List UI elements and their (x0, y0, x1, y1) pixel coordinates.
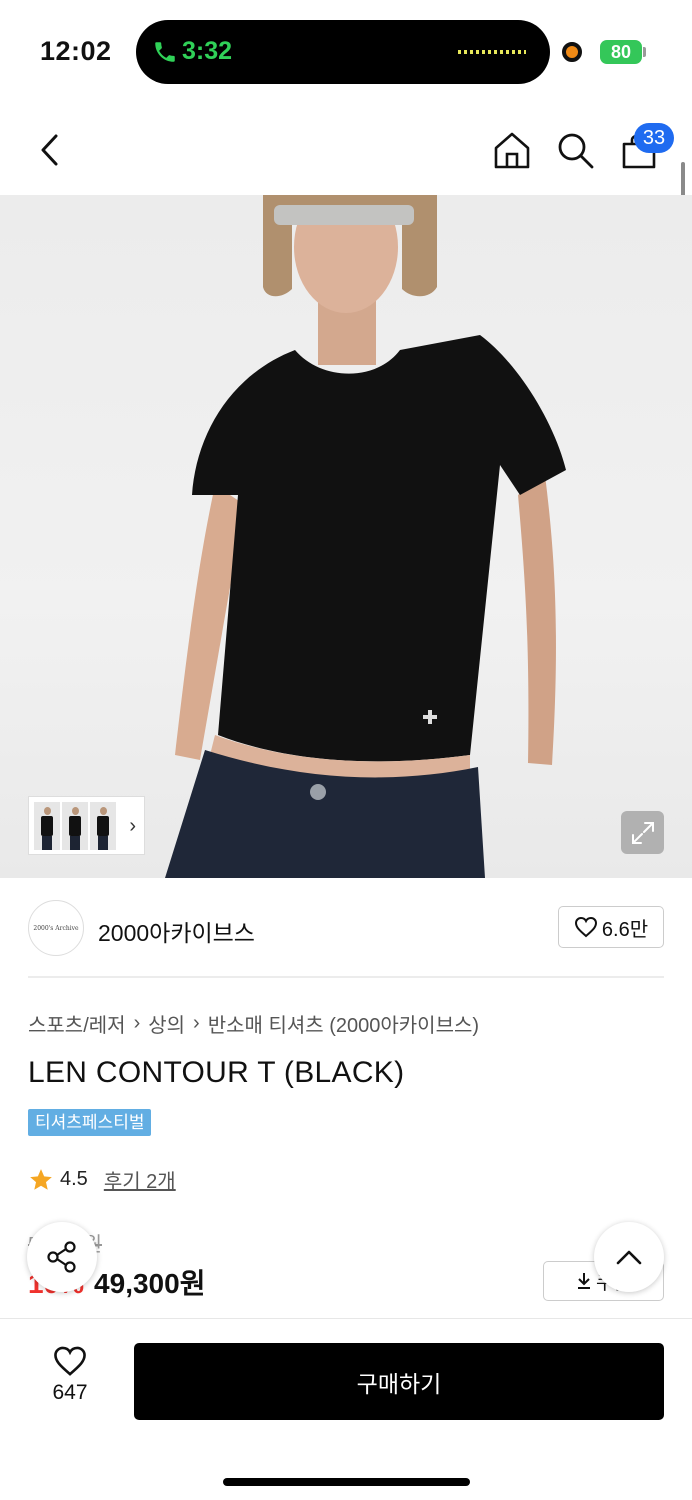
recording-dot-icon (562, 42, 582, 62)
search-icon (558, 133, 594, 169)
status-time: 12:02 (40, 36, 112, 66)
bottom-bar: 647 구매하기 (0, 1318, 692, 1500)
brand-name[interactable]: 2000아카이브스 (98, 914, 255, 948)
breadcrumb-item[interactable]: 스포츠/레저 (28, 1009, 126, 1038)
scroll-top-button[interactable] (594, 1222, 664, 1292)
cart-count-badge: 33 (634, 123, 674, 153)
call-timer: 3:32 (182, 37, 233, 65)
battery-tip (643, 47, 646, 57)
audio-wave-icon (458, 50, 526, 54)
thumbnail-image[interactable] (62, 801, 88, 850)
divider (28, 976, 664, 978)
chevron-right-icon[interactable]: › (129, 815, 136, 838)
share-button[interactable] (27, 1222, 97, 1292)
star-icon (30, 1168, 52, 1190)
thumbnail-image[interactable] (34, 801, 60, 850)
brand-row[interactable]: 2000's Archive 2000아카이브스 6.6만 (0, 878, 692, 978)
wishlist-button[interactable]: 647 (34, 1345, 106, 1415)
top-nav (0, 110, 692, 190)
chevron-right-icon: › (193, 1012, 200, 1034)
breadcrumb-item[interactable]: 반소매 티셔츠 (2000아카이브스) (208, 1009, 479, 1038)
expand-button[interactable] (621, 811, 664, 854)
promo-tag[interactable]: 티셔츠페스티벌 (28, 1109, 152, 1136)
rating-value: 4.5 (60, 1168, 88, 1190)
chevron-right-icon: › (133, 1012, 141, 1034)
heart-icon (54, 1346, 86, 1376)
thumbnail-strip[interactable]: › (28, 796, 145, 855)
thumbnail-image[interactable] (90, 801, 116, 850)
chevron-left-icon (41, 134, 58, 166)
product-image[interactable] (0, 195, 692, 878)
back-button[interactable] (28, 128, 72, 172)
dynamic-island[interactable]: 3:32 (136, 20, 550, 84)
reviews-link[interactable]: 후기 2개 (104, 1165, 176, 1194)
brand-like-button[interactable]: 6.6만 (558, 906, 664, 948)
product-title: LEN CONTOUR T (BLACK) (28, 1056, 405, 1089)
heart-icon (574, 916, 597, 938)
brand-logo[interactable]: 2000's Archive (28, 900, 84, 956)
home-icon (494, 132, 530, 169)
sale-price: 49,300원 (94, 1268, 206, 1299)
rating-row: 4.5 후기 2개 (28, 1165, 176, 1194)
download-icon (578, 1273, 591, 1289)
battery-indicator: 80 (600, 40, 642, 64)
buy-button[interactable]: 구매하기 (134, 1343, 664, 1420)
home-button[interactable] (490, 128, 534, 172)
share-icon (47, 1241, 76, 1273)
chevron-up-icon (616, 1250, 642, 1265)
status-bar: 12:02 3:32 80 (0, 0, 692, 100)
expand-icon (631, 821, 654, 844)
brand-like-count: 6.6만 (601, 918, 649, 941)
breadcrumb: 스포츠/레저 › 상의 › 반소매 티셔츠 (2000아카이브스) (28, 1009, 479, 1038)
phone-icon (155, 42, 175, 62)
search-button[interactable] (553, 128, 597, 172)
model-illustration (165, 195, 566, 878)
home-indicator[interactable] (223, 1478, 470, 1486)
breadcrumb-item[interactable]: 상의 (148, 1009, 185, 1038)
wishlist-count: 647 (52, 1381, 88, 1404)
